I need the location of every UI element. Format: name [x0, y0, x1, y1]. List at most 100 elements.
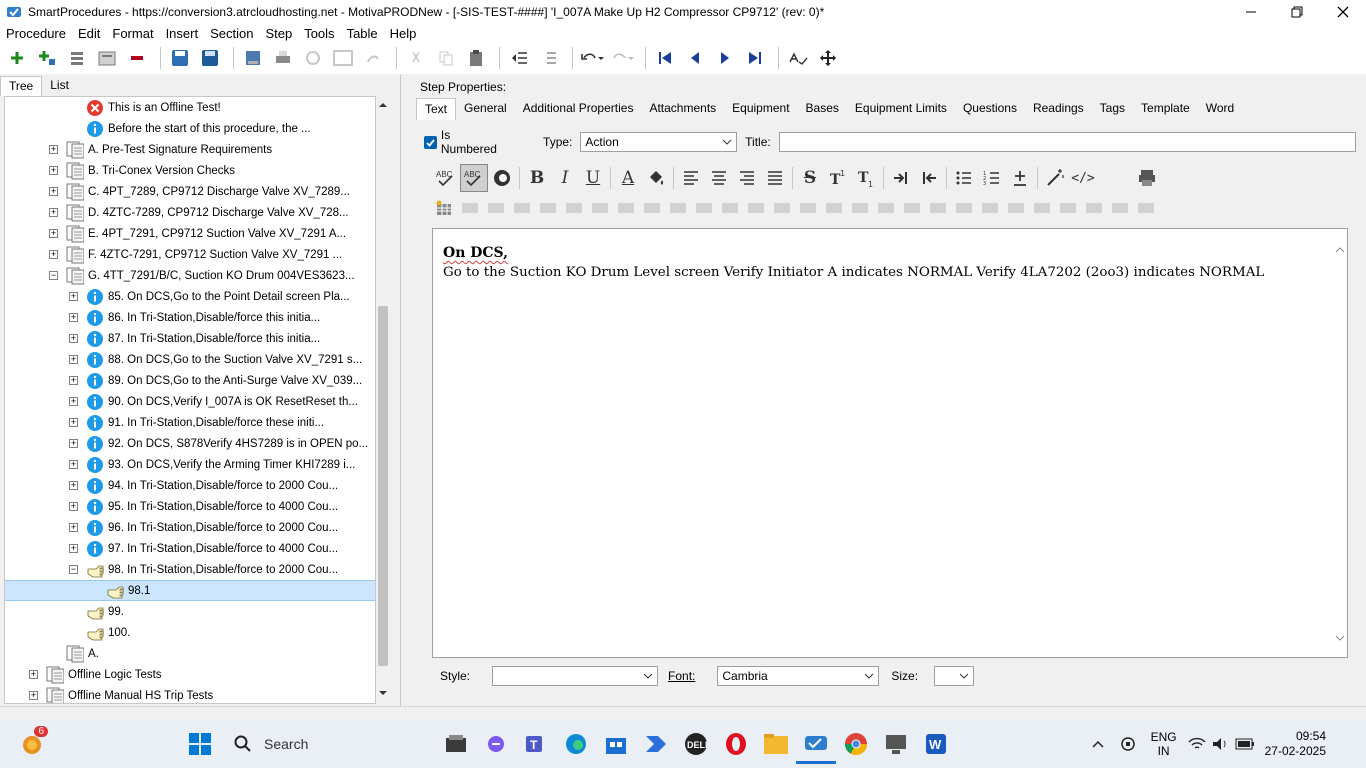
battery-icon[interactable] [1233, 724, 1257, 764]
insert-table-icon[interactable] [432, 196, 456, 220]
outdent-icon[interactable] [506, 45, 532, 71]
bold-icon[interactable]: B [523, 164, 551, 192]
align-left-icon[interactable] [677, 164, 705, 192]
expand-icon[interactable]: + [49, 166, 58, 175]
store-icon[interactable] [596, 724, 636, 764]
decrease-indent-icon[interactable] [915, 164, 943, 192]
expand-icon[interactable]: + [69, 544, 78, 553]
menu-step[interactable]: Step [259, 26, 298, 41]
indent-list-icon[interactable] [64, 45, 90, 71]
expand-icon[interactable]: + [49, 145, 58, 154]
tree-node[interactable]: 98.1 [5, 580, 375, 601]
collapse-icon[interactable]: − [49, 271, 58, 280]
publish-icon[interactable] [240, 45, 266, 71]
tab-text[interactable]: Text [416, 98, 457, 120]
menu-format[interactable]: Format [106, 26, 159, 41]
taskbar-search[interactable]: Search [226, 726, 436, 762]
indent-icon[interactable] [536, 45, 562, 71]
copilot-icon[interactable] [476, 724, 516, 764]
tab-readings[interactable]: Readings [1025, 98, 1092, 120]
tree-node[interactable]: +89. On DCS,Go to the Anti-Surge Valve X… [5, 370, 375, 391]
font-color-icon[interactable]: A [614, 164, 642, 192]
expand-icon[interactable]: + [69, 460, 78, 469]
expand-icon[interactable]: + [69, 397, 78, 406]
expand-icon[interactable]: + [69, 481, 78, 490]
tree-node[interactable]: +86. In Tri-Station,Disable/force this i… [5, 307, 375, 328]
expand-icon[interactable]: + [49, 187, 58, 196]
vpn-icon[interactable] [1113, 724, 1143, 764]
tree-node[interactable]: + F. 4ZTC-7291, CP9712 Suction Valve XV_7… [5, 244, 375, 265]
next-step-icon[interactable] [712, 45, 738, 71]
volume-icon[interactable] [1209, 724, 1233, 764]
menu-procedure[interactable]: Procedure [0, 26, 72, 41]
justify-icon[interactable] [761, 164, 789, 192]
menu-tools[interactable]: Tools [298, 26, 340, 41]
teams-icon[interactable]: T [516, 724, 556, 764]
expand-icon[interactable]: + [29, 691, 38, 700]
spell-check-abc-icon[interactable]: ABC [432, 164, 460, 192]
tree-node[interactable]: +95. In Tri-Station,Disable/force to 400… [5, 496, 375, 517]
step-text-editor[interactable]: On DCS, Go to the Suction KO Drum Level … [432, 228, 1348, 658]
clock[interactable]: 09:54 27-02-2025 [1265, 729, 1326, 759]
font-select[interactable]: Cambria [717, 666, 880, 686]
print-icon[interactable] [270, 45, 296, 71]
last-step-icon[interactable] [742, 45, 768, 71]
procedure-tree[interactable]: This is an Offline Test! Before the start… [4, 96, 376, 704]
redo-icon[interactable] [609, 45, 635, 71]
expand-icon[interactable]: + [49, 250, 58, 259]
type-select[interactable]: Action [580, 132, 738, 152]
tree-node[interactable]: + B. Tri-Conex Version Checks [5, 160, 375, 181]
superscript-icon[interactable]: T1 [824, 164, 852, 192]
expand-icon[interactable]: + [69, 334, 78, 343]
style-select[interactable] [492, 666, 659, 686]
minimize-button[interactable] [1228, 0, 1274, 24]
save-icon[interactable] [167, 45, 193, 71]
tab-list[interactable]: List [42, 76, 77, 96]
tab-questions[interactable]: Questions [955, 98, 1025, 120]
tree-node[interactable]: +87. In Tri-Station,Disable/force this i… [5, 328, 375, 349]
tree-node[interactable]: +96. In Tri-Station,Disable/force to 200… [5, 517, 375, 538]
menu-help[interactable]: Help [384, 26, 423, 41]
tree-node[interactable]: Before the start of this procedure, the … [5, 118, 375, 139]
menu-section[interactable]: Section [204, 26, 259, 41]
tree-node[interactable]: + Offline Logic Tests [5, 664, 375, 685]
tree-node[interactable]: +91. In Tri-Station,Disable/force these … [5, 412, 375, 433]
close-window-button[interactable] [1320, 0, 1366, 24]
collapse-icon[interactable]: − [69, 565, 78, 574]
tree-node[interactable]: +97. In Tri-Station,Disable/force to 400… [5, 538, 375, 559]
edge-icon[interactable] [556, 724, 596, 764]
expand-icon[interactable]: + [69, 523, 78, 532]
power-automate-icon[interactable] [636, 724, 676, 764]
spell-check-auto-icon[interactable]: ABC [460, 164, 488, 192]
dell-icon[interactable]: DELL [676, 724, 716, 764]
expand-icon[interactable]: + [69, 313, 78, 322]
tree-node[interactable]: 99. [5, 601, 375, 622]
tree-node[interactable]: − G. 4TT_7291/B/C, Suction KO Drum 004VES… [5, 265, 375, 286]
align-center-icon[interactable] [705, 164, 733, 192]
tab-additional-properties[interactable]: Additional Properties [515, 98, 642, 120]
increase-indent-icon[interactable] [887, 164, 915, 192]
spell-check-icon[interactable] [785, 45, 811, 71]
tab-attachments[interactable]: Attachments [641, 98, 724, 120]
tab-word[interactable]: Word [1198, 98, 1242, 120]
paste-icon[interactable] [463, 45, 489, 71]
cut-icon[interactable] [403, 45, 429, 71]
copy-icon[interactable] [433, 45, 459, 71]
tree-node[interactable]: This is an Offline Test! [5, 97, 375, 118]
start-icon[interactable] [180, 724, 220, 764]
move-icon[interactable] [815, 45, 841, 71]
underline-icon[interactable]: U [579, 164, 607, 192]
tab-equipment-limits[interactable]: Equipment Limits [847, 98, 955, 120]
tree-node[interactable]: +94. In Tri-Station,Disable/force to 200… [5, 475, 375, 496]
redo-disabled-icon[interactable] [360, 45, 386, 71]
tree-node[interactable]: +93. On DCS,Verify the Arming Timer KHI7… [5, 454, 375, 475]
expand-icon[interactable]: + [49, 208, 58, 217]
menu-insert[interactable]: Insert [160, 26, 205, 41]
maximize-button[interactable] [1274, 0, 1320, 24]
save-all-icon[interactable] [197, 45, 223, 71]
undo-icon[interactable] [579, 45, 605, 71]
expand-icon[interactable]: + [69, 376, 78, 385]
tree-node[interactable]: +92. On DCS, S878Verify 4HS7289 is in OP… [5, 433, 375, 454]
panel-splitter[interactable] [400, 74, 406, 706]
window-icon[interactable] [330, 45, 356, 71]
